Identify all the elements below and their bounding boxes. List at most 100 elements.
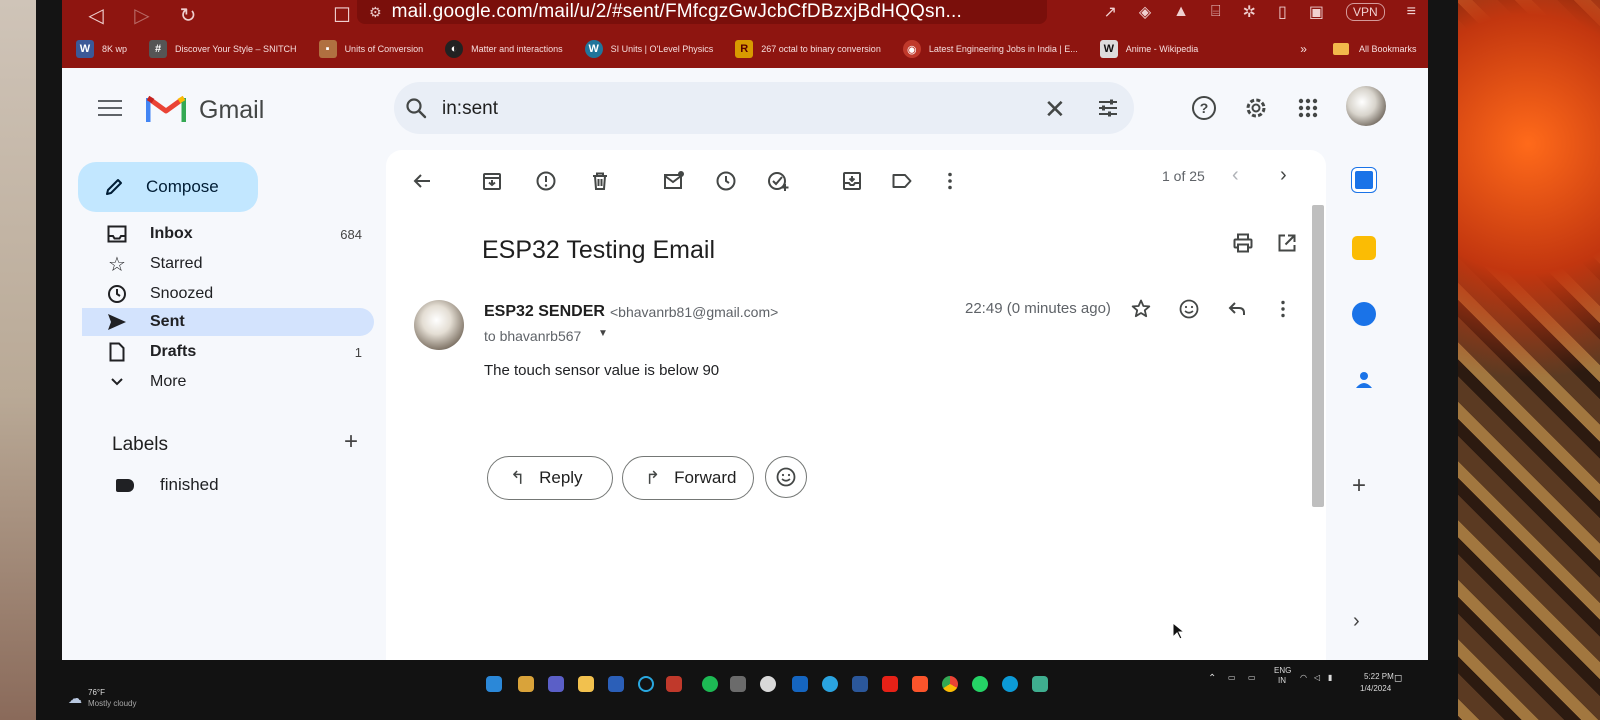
back-to-list-icon[interactable] (410, 169, 434, 193)
bookmark-item[interactable]: # Discover Your Style – SNITCH (149, 40, 297, 58)
bookmark-item[interactable]: R 267 octal to binary conversion (735, 40, 881, 58)
menu-icon[interactable]: ≡ (1407, 3, 1416, 21)
help-icon[interactable]: ? (1190, 94, 1218, 122)
weather-desc[interactable]: Mostly cloudy (88, 699, 136, 708)
word-icon[interactable] (852, 676, 868, 692)
get-addons-icon[interactable]: + (1352, 472, 1366, 500)
nav-item-inbox[interactable]: Inbox 684 (82, 220, 374, 248)
bookmark-item[interactable]: ◉ Latest Engineering Jobs in India | E..… (902, 40, 1078, 58)
brave-shield-icon[interactable]: ◈ (1139, 2, 1151, 22)
archive-icon[interactable] (480, 169, 504, 193)
mark-unread-icon[interactable] (662, 169, 686, 193)
battery-icon[interactable]: ▮ (1328, 673, 1332, 682)
search-icon[interactable] (404, 96, 428, 120)
print-icon[interactable] (1232, 232, 1254, 254)
report-spam-icon[interactable] (534, 169, 558, 193)
snooze-clock-icon[interactable] (714, 169, 738, 193)
bookmark-icon[interactable]: ☐ (330, 3, 354, 28)
newer-icon[interactable]: › (1280, 164, 1287, 187)
sender-avatar[interactable] (414, 300, 464, 350)
widgets-icon[interactable] (518, 676, 534, 692)
add-task-icon[interactable] (766, 169, 790, 193)
tray-overflow-icon[interactable]: ⌃ (1208, 673, 1216, 684)
tray-app-icon[interactable]: ▭ (1228, 673, 1236, 682)
move-to-icon[interactable] (840, 169, 864, 193)
emoji-reaction-icon[interactable] (1178, 298, 1200, 320)
telegram-icon[interactable] (822, 676, 838, 692)
vpn-button[interactable]: VPN (1345, 3, 1385, 21)
weather-temp[interactable]: 76°F (88, 688, 105, 697)
extensions-icon[interactable]: ✲ (1243, 2, 1256, 22)
bookmark-item[interactable]: ▪ Units of Conversion (318, 40, 423, 58)
spotify-icon[interactable] (702, 676, 718, 692)
app-blue-icon[interactable] (792, 676, 808, 692)
reload-icon[interactable]: ↻ (176, 3, 200, 28)
language-region[interactable]: IN (1278, 676, 1286, 685)
compose-button[interactable]: Compose (78, 162, 258, 212)
teams-icon[interactable] (548, 676, 564, 692)
nav-item-sent[interactable]: Sent (82, 308, 374, 336)
search-options-icon[interactable] (1096, 96, 1120, 120)
rewards-icon[interactable]: ▲ (1173, 3, 1189, 21)
bookmark-item[interactable]: W 8K wp (76, 40, 127, 58)
chrome-icon[interactable] (942, 676, 958, 692)
more-vert-icon[interactable] (938, 169, 962, 193)
bookmark-item[interactable]: ◐ Matter and interactions (445, 40, 563, 58)
search-bar[interactable] (394, 82, 1134, 134)
tray-app-icon[interactable]: ▭ (1248, 673, 1256, 682)
app-green-icon[interactable] (1032, 676, 1048, 692)
bookmark-item[interactable]: W Anime - Wikipedia (1099, 40, 1198, 58)
language-indicator[interactable]: ENG (1274, 666, 1291, 675)
label-item-finished[interactable]: finished (116, 475, 219, 495)
scrollbar-thumb[interactable] (1312, 205, 1324, 507)
label-icon[interactable] (890, 169, 914, 193)
clock-time[interactable]: 5:22 PM (1364, 672, 1394, 681)
nav-item-snoozed[interactable]: Snoozed (82, 280, 374, 308)
bookmarks-overflow-icon[interactable]: » (1300, 42, 1307, 56)
calendar-icon[interactable] (1352, 168, 1376, 192)
address-bar[interactable]: ⚙ mail.google.com/mail/u/2/#sent/FMfcgzG… (357, 0, 1047, 24)
bookmark-item[interactable]: W SI Units | O'Level Physics (584, 40, 713, 58)
reply-icon[interactable] (1226, 298, 1248, 320)
whatsapp-icon[interactable] (972, 676, 988, 692)
clock-date[interactable]: 1/4/2024 (1360, 684, 1391, 693)
brave-icon[interactable] (912, 676, 928, 692)
wallet-icon[interactable]: ▣ (1309, 2, 1324, 22)
add-label-icon[interactable]: + (344, 428, 358, 456)
emoji-button[interactable] (765, 456, 807, 498)
zip-icon[interactable]: ⌸ (1211, 3, 1221, 21)
back-icon[interactable]: ◁ (84, 3, 108, 28)
nav-item-more[interactable]: More (82, 368, 374, 396)
tasks-icon[interactable] (1352, 302, 1376, 326)
app-l-icon[interactable] (608, 676, 624, 692)
volume-icon[interactable]: ◁ (1314, 673, 1320, 682)
delete-icon[interactable] (588, 169, 612, 193)
cortana-icon[interactable] (638, 676, 654, 692)
app-circle-icon[interactable] (760, 676, 776, 692)
star-icon[interactable] (1130, 298, 1152, 320)
more-vert-icon[interactable] (1272, 298, 1294, 320)
open-new-window-icon[interactable] (1276, 232, 1298, 254)
show-details-icon[interactable]: ▼ (598, 328, 608, 339)
nav-item-starred[interactable]: ☆ Starred (82, 250, 374, 278)
forward-icon[interactable]: ▷ (130, 3, 154, 28)
hide-side-panel-icon[interactable]: › (1353, 610, 1360, 633)
wifi-icon[interactable]: ◠ (1300, 673, 1307, 682)
sender-name[interactable]: ESP32 SENDER (484, 303, 605, 321)
reply-button[interactable]: ↰ Reply (487, 456, 613, 500)
account-avatar[interactable] (1346, 86, 1386, 126)
file-explorer-icon[interactable] (578, 676, 594, 692)
cloud-icon[interactable]: ☁ (68, 690, 82, 707)
forward-button[interactable]: ↱ Forward (622, 456, 754, 500)
all-bookmarks-link[interactable]: All Bookmarks (1359, 44, 1417, 54)
youtube-icon[interactable] (882, 676, 898, 692)
edge-icon[interactable] (1002, 676, 1018, 692)
keep-icon[interactable] (1352, 236, 1376, 260)
notifications-icon[interactable]: ◻ (1394, 673, 1402, 684)
calculator-icon[interactable] (730, 676, 746, 692)
clear-search-icon[interactable]: ✕ (1044, 94, 1066, 125)
main-menu-icon[interactable] (98, 100, 122, 118)
contacts-icon[interactable] (1352, 368, 1376, 392)
mcafee-icon[interactable] (666, 676, 682, 692)
apps-grid-icon[interactable] (1294, 94, 1322, 122)
